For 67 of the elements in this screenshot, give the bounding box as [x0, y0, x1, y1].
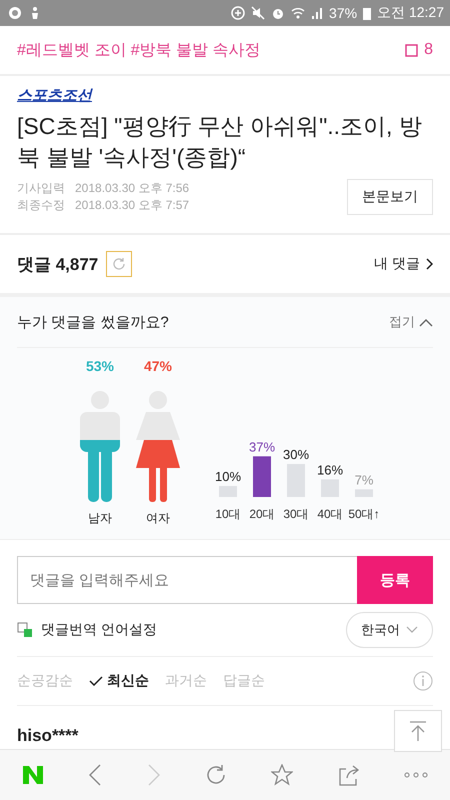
meta-date: 2018.03.30 오후 7:56: [75, 180, 190, 197]
wifi-icon: [291, 6, 306, 20]
age-percent: 10%: [214, 469, 242, 484]
figure-icon: [30, 6, 40, 20]
view-article-button[interactable]: 본문보기: [347, 179, 433, 215]
mute-icon: [251, 6, 266, 20]
comment-total: 댓글 4,877: [17, 254, 98, 276]
submit-button[interactable]: 등록: [357, 556, 433, 604]
signal-icon: [311, 6, 324, 20]
alarm-icon: [271, 6, 286, 20]
age-bar: [253, 456, 271, 497]
age-bar: [219, 486, 237, 497]
stats-title: 누가 댓글을 썼을까요?: [17, 312, 169, 332]
scroll-top-button[interactable]: [394, 710, 442, 752]
article-headline: [SC초점] "평양行 무산 아쉬워"..조이, 방북 불발 '속사정'(종합)“: [17, 112, 423, 172]
check-icon: [89, 676, 103, 686]
gender-percent: 53%: [86, 358, 114, 374]
meta-label: 기사입력: [17, 180, 65, 197]
arrow-up-icon: [408, 720, 428, 742]
translate-icon: [17, 622, 33, 638]
age-label: 20대: [249, 507, 275, 521]
info-icon[interactable]: [413, 671, 433, 691]
age-percent: 7%: [354, 472, 374, 488]
battery-percent: 37%: [329, 5, 358, 21]
sort-tab[interactable]: 최신순: [89, 672, 149, 690]
age-percent: 30%: [282, 447, 310, 462]
clock: 오전 12:27: [377, 4, 444, 22]
translate-setting-label: 댓글번역 언어설정: [41, 621, 157, 639]
refresh-button[interactable]: [106, 251, 132, 277]
refresh-icon: [111, 256, 128, 272]
more-icon[interactable]: [404, 772, 428, 778]
plus-circle-icon: [231, 6, 246, 20]
age-bar: [355, 489, 373, 497]
age-label: 50대↑: [348, 507, 380, 521]
my-comments-link[interactable]: 내 댓글: [374, 255, 433, 273]
comment-username: hiso****: [17, 726, 78, 745]
collapse-link[interactable]: 접기: [389, 313, 433, 331]
age-percent: 16%: [316, 462, 344, 478]
age-percent: 37%: [248, 439, 276, 454]
gender-label: 여자: [146, 510, 170, 527]
age-label: 10대: [215, 507, 241, 521]
woman-figure-icon: [136, 390, 180, 502]
gender-percent: 47%: [144, 358, 172, 374]
age-bar: [287, 464, 305, 497]
app-icon: [8, 6, 24, 20]
language-dropdown[interactable]: 한국어: [346, 612, 433, 648]
meta-date: 2018.03.30 오후 7:57: [75, 197, 190, 214]
chevron-down-icon: [406, 626, 418, 634]
comment-input[interactable]: 댓글을 입력해주세요: [17, 556, 357, 604]
man-figure-icon: [78, 390, 122, 502]
meta-label: 최종수정: [17, 197, 65, 214]
comment-box-icon: [405, 44, 418, 56]
share-icon[interactable]: [338, 764, 360, 786]
back-icon[interactable]: [88, 764, 102, 786]
comment-count: 8: [424, 41, 433, 59]
chevron-up-icon: [419, 318, 433, 326]
age-label: 30대: [283, 507, 309, 521]
press-logo: 스포츠조선: [17, 86, 92, 105]
age-label: 40대: [317, 507, 343, 521]
hashtag-link[interactable]: #레드벨벳 조이 #방북 불발 속사정: [17, 40, 261, 60]
reload-icon[interactable]: [204, 764, 227, 786]
age-bar: [321, 479, 339, 497]
star-icon[interactable]: [271, 764, 294, 786]
n-logo-icon[interactable]: [22, 765, 44, 785]
chevron-right-icon: [425, 258, 433, 270]
battery-icon: [363, 6, 372, 20]
gender-label: 남자: [88, 510, 112, 527]
